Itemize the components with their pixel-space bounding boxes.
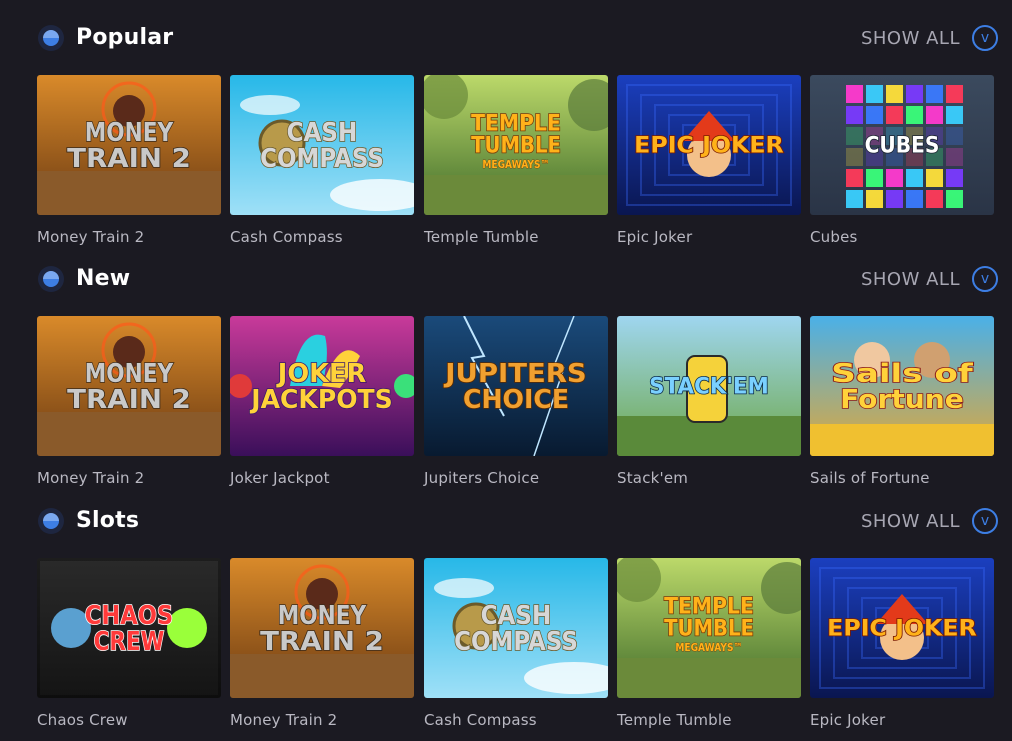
game-logo-text: JACKPOTS [249,385,392,415]
game-logo-text: MEGAWAYS™ [675,641,742,654]
game-thumbnail-art: TEMPLETUMBLEMEGAWAYS™ [424,75,608,215]
game-logo-text: CUBES [865,134,940,159]
game-thumbnail-art: CASHCOMPASS [424,558,608,698]
game-title[interactable]: Sails of Fortune [810,469,994,487]
game-thumbnail-art: CUBES [810,75,994,215]
game-title[interactable]: Money Train 2 [230,711,414,729]
show-all-label: SHOW ALL [860,27,960,49]
game-card[interactable]: CHAOS CREW Chaos Crew [37,558,221,729]
chevron-down-icon[interactable]: v [972,266,998,292]
game-logo-text: COMPASS [260,144,384,174]
section-header: New SHOW ALL v [0,258,1012,298]
game-thumbnail-art: CASHCOMPASS [230,75,414,215]
game-thumbnail-art: MONEYTRAIN 2 [37,75,221,215]
game-thumbnail[interactable]: CASH COMPASS [424,558,608,698]
game-thumbnail-art: CHAOSCREW [37,558,221,698]
game-title[interactable]: Money Train 2 [37,228,221,246]
game-card[interactable]: CUBES Cubes [810,75,994,246]
show-all-button[interactable]: SHOW ALL v [861,23,998,53]
game-card[interactable]: CASH COMPASS Cash Compass [424,558,608,729]
game-thumbnail-art: JOKERJACKPOTS [230,316,414,456]
game-card[interactable]: MONEY TRAIN 2 Money Train 2 [37,316,221,487]
game-thumbnail[interactable]: Sails of Fortune [810,316,994,456]
game-thumbnail-art: STACK'EM [617,316,801,456]
game-logo-text: EPIC JOKER [827,617,977,642]
game-section-slots: Slots SHOW ALL v CHAOS CREW Chaos Crew MONEY TR… [0,500,1012,729]
game-card[interactable]: JUPITERS CHOICE Jupiters Choice [424,316,608,487]
game-card[interactable]: JOKER JACKPOTS Joker Jackpot [230,316,414,487]
game-thumbnail[interactable]: MONEY TRAIN 2 [37,75,221,215]
game-title[interactable]: Chaos Crew [37,711,221,729]
game-logo-text: Fortune [840,385,964,415]
game-title[interactable]: Cash Compass [230,228,414,246]
game-title[interactable]: Joker Jackpot [230,469,414,487]
show-all-label: SHOW ALL [860,510,960,532]
game-card[interactable]: STACK'EM Stack'em [617,316,801,487]
game-thumbnail[interactable]: CUBES [810,75,994,215]
section-header: Popular SHOW ALL v [0,17,1012,57]
game-thumbnail[interactable]: MONEY TRAIN 2 [230,558,414,698]
game-title[interactable]: Jupiters Choice [424,469,608,487]
game-thumbnail-art: TEMPLETUMBLEMEGAWAYS™ [617,558,801,698]
game-thumbnail[interactable]: EPIC JOKER [617,75,801,215]
game-title[interactable]: Temple Tumble [617,711,801,729]
section-title: Popular [76,25,174,50]
game-thumbnail[interactable]: STACK'EM [617,316,801,456]
game-logo-text: TUMBLE [471,134,561,159]
game-title[interactable]: Stack'em [617,469,801,487]
chevron-down-icon[interactable]: v [972,25,998,51]
game-card[interactable]: TEMPLE TUMBLE MEGAWAYS™ Temple Tumble [424,75,608,246]
show-all-button[interactable]: SHOW ALL v [861,506,998,536]
game-card[interactable]: EPIC JOKER Epic Joker [810,558,994,729]
game-section-popular: Popular SHOW ALL v MONEY TRAIN 2 Money Train … [0,17,1012,246]
game-thumbnail-art: Sails ofFortune [810,316,994,456]
game-logo-text: EPIC JOKER [634,134,784,159]
game-logo-text: STACK'EM [649,375,769,400]
game-thumbnail[interactable]: EPIC JOKER [810,558,994,698]
game-thumbnail[interactable]: JUPITERS CHOICE [424,316,608,456]
game-thumbnail[interactable]: TEMPLE TUMBLE MEGAWAYS™ [617,558,801,698]
game-logo-text: TRAIN 2 [67,385,191,415]
section-title: New [76,266,131,291]
game-card[interactable]: MONEY TRAIN 2 Money Train 2 [37,75,221,246]
game-thumbnail-art: MONEYTRAIN 2 [37,316,221,456]
game-thumbnail-art: JUPITERSCHOICE [424,316,608,456]
game-thumbnail[interactable]: CHAOS CREW [37,558,221,698]
game-thumbnail-art: MONEYTRAIN 2 [230,558,414,698]
game-thumbnail[interactable]: CASH COMPASS [230,75,414,215]
game-logo-text: CHOICE [463,385,569,415]
game-title[interactable]: Temple Tumble [424,228,608,246]
game-thumbnail[interactable]: TEMPLE TUMBLE MEGAWAYS™ [424,75,608,215]
game-thumbnail[interactable]: MONEY TRAIN 2 [37,316,221,456]
category-icon [38,25,64,51]
category-icon [38,266,64,292]
game-logo-text: CREW [94,627,165,657]
game-logo-text: TRAIN 2 [260,627,384,657]
chevron-down-icon[interactable]: v [972,508,998,534]
game-thumbnail[interactable]: JOKER JACKPOTS [230,316,414,456]
game-card[interactable]: MONEY TRAIN 2 Money Train 2 [230,558,414,729]
game-thumbnail-art: EPIC JOKER [810,558,994,698]
category-icon [38,508,64,534]
game-card[interactable]: TEMPLE TUMBLE MEGAWAYS™ Temple Tumble [617,558,801,729]
game-logo-text: TRAIN 2 [67,144,191,174]
game-title[interactable]: Cubes [810,228,994,246]
game-logo-text: COMPASS [454,627,578,657]
show-all-label: SHOW ALL [860,268,960,290]
game-logo-text: TUMBLE [664,617,754,642]
game-card[interactable]: CASH COMPASS Cash Compass [230,75,414,246]
game-thumbnail-art: EPIC JOKER [617,75,801,215]
game-title[interactable]: Epic Joker [810,711,994,729]
game-logo-text: MEGAWAYS™ [482,158,549,171]
game-title[interactable]: Epic Joker [617,228,801,246]
game-title[interactable]: Cash Compass [424,711,608,729]
section-title: Slots [76,508,140,533]
game-section-new: New SHOW ALL v MONEY TRAIN 2 Money Train 2 JOK… [0,258,1012,487]
game-card[interactable]: EPIC JOKER Epic Joker [617,75,801,246]
game-title[interactable]: Money Train 2 [37,469,221,487]
show-all-button[interactable]: SHOW ALL v [861,264,998,294]
game-card[interactable]: Sails of Fortune Sails of Fortune [810,316,994,487]
section-header: Slots SHOW ALL v [0,500,1012,540]
